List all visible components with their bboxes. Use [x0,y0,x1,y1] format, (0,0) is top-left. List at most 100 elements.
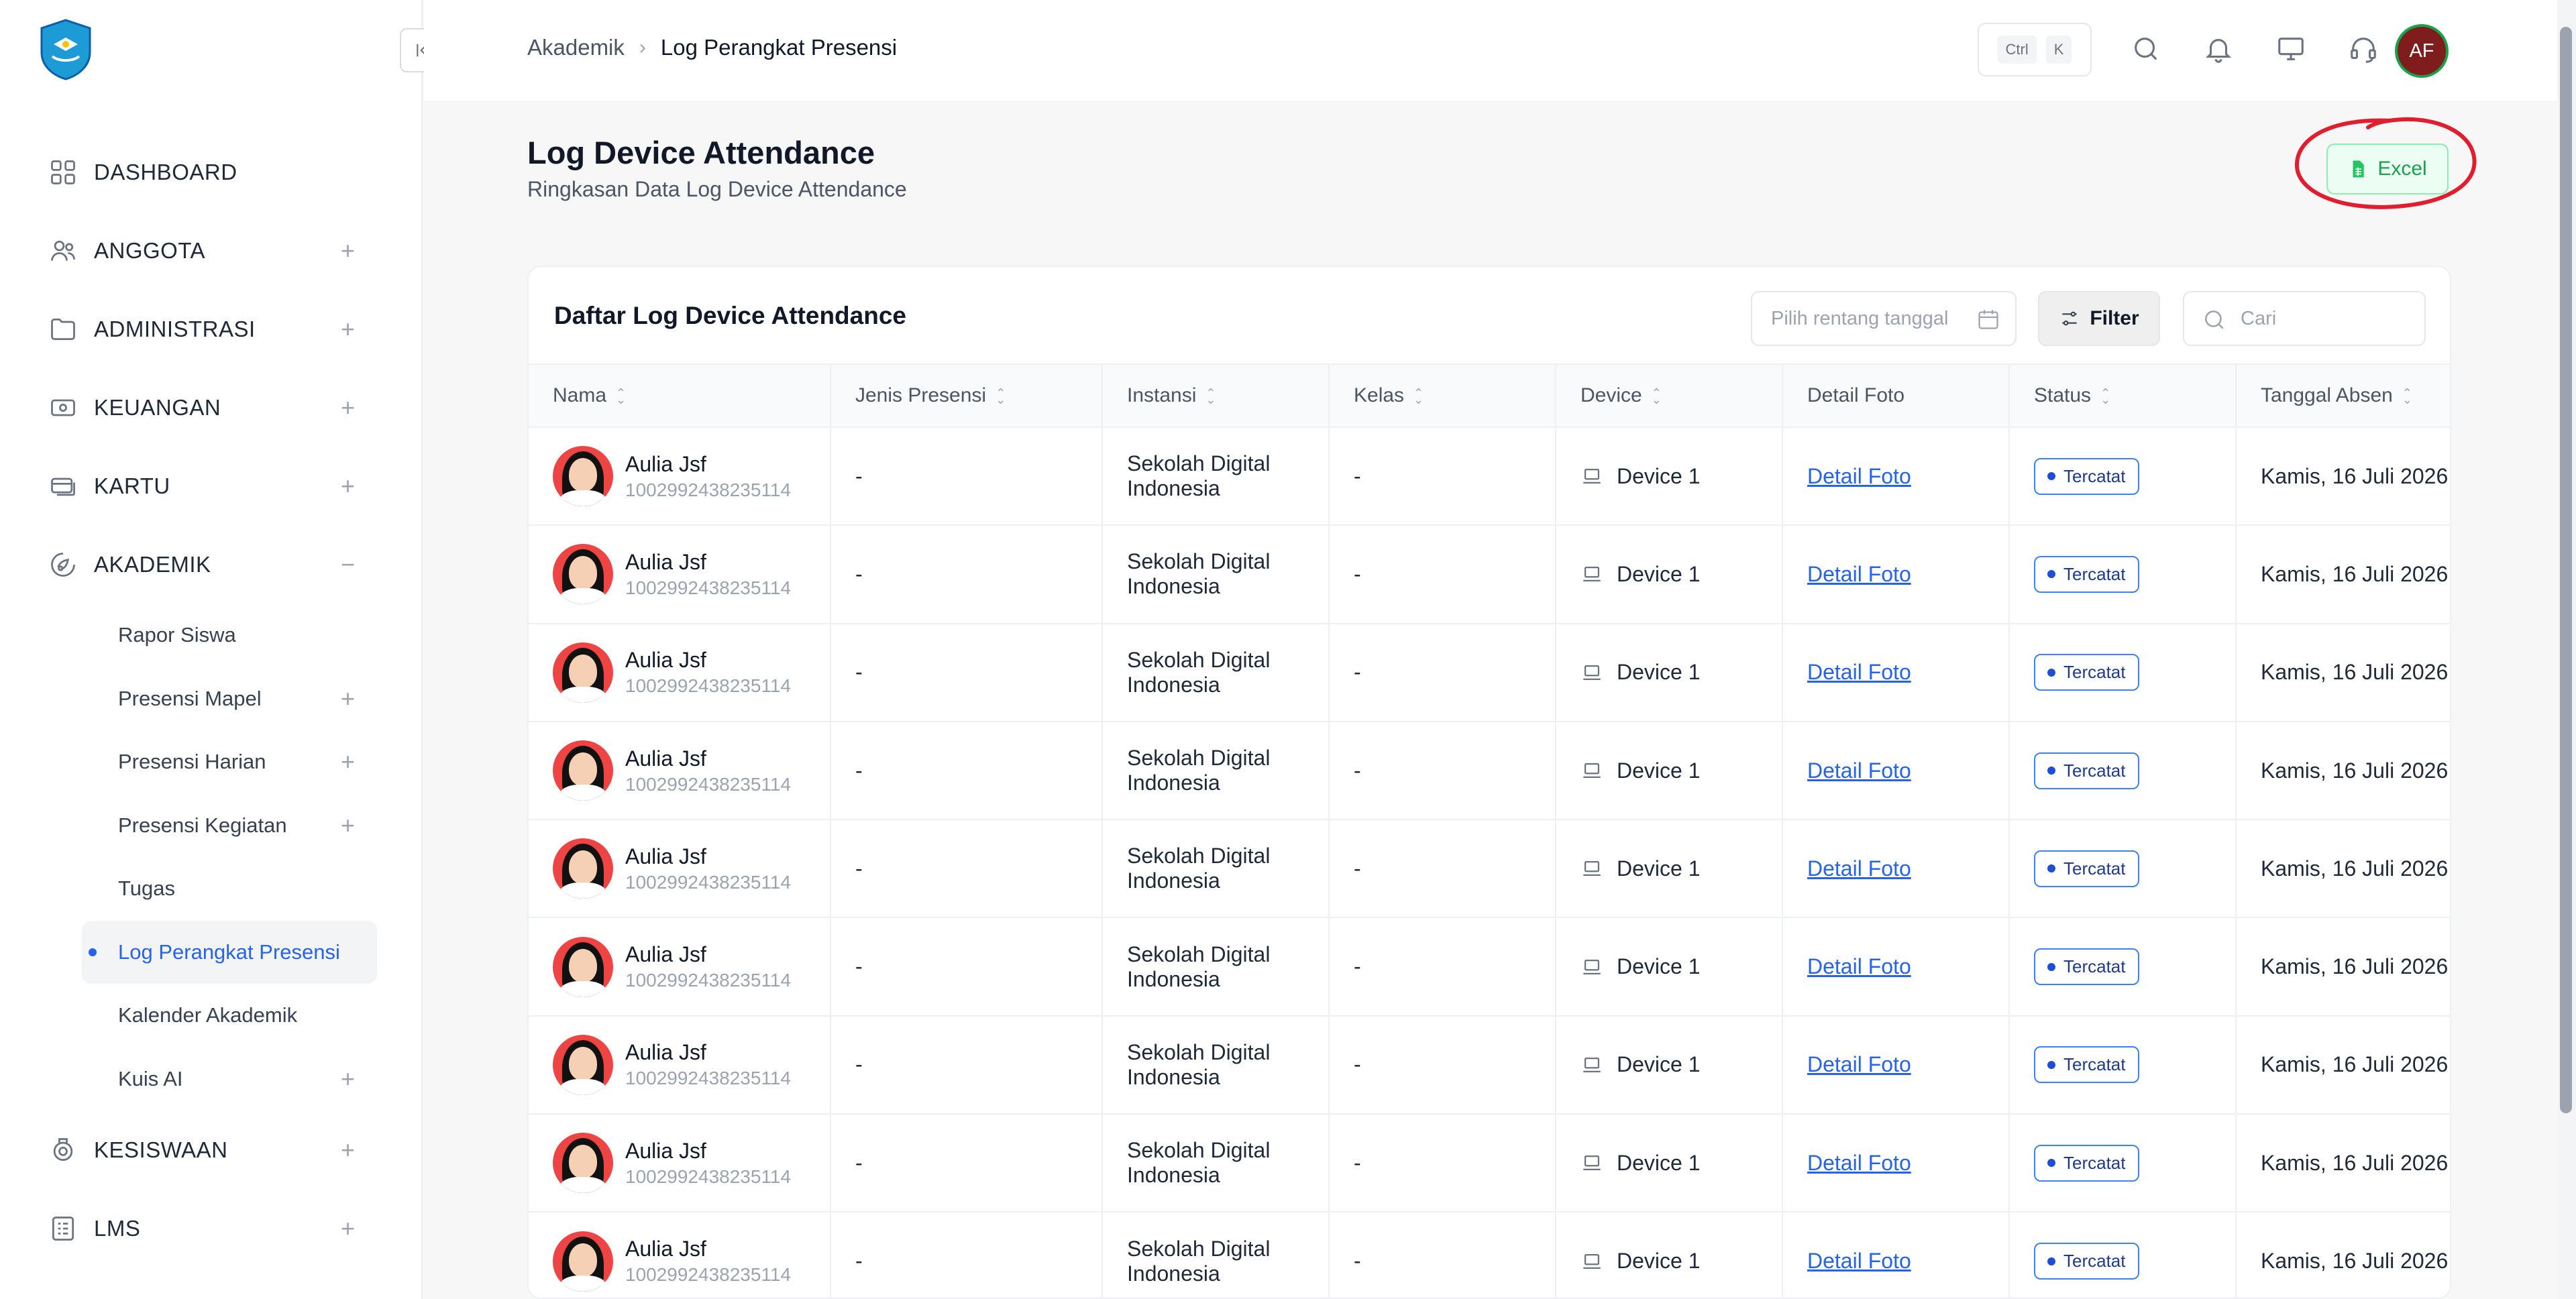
search-input[interactable]: Cari [2183,291,2426,346]
column-header-nama[interactable]: Nama ⌃ ⌄ [529,363,831,428]
expand-icon[interactable]: + [341,1065,355,1093]
submenu-presensi-harian[interactable]: Presensi Harian + [0,730,423,794]
sidebar: DASHBOARD ANGGOTA + ADMINISTRASI + KEUAN… [0,0,423,1299]
kelas-cell: - [1329,1212,1556,1298]
table-row[interactable]: Aulia Jsf 1002992438235114 - Sekolah Dig… [529,1114,2450,1213]
search-icon[interactable] [2131,34,2161,64]
submenu-rapor-siswa[interactable]: Rapor Siswa [0,604,423,667]
school-logo[interactable] [34,17,98,82]
expand-icon[interactable]: + [341,748,355,776]
sidebar-item-lms[interactable]: LMS + [0,1189,423,1267]
expand-icon[interactable]: + [341,685,355,713]
laptop-icon [1580,759,1603,782]
column-header-device[interactable]: Device ⌃ ⌄ [1556,363,1783,428]
expand-icon[interactable]: + [341,1136,355,1164]
breadcrumb-item[interactable]: Akademik [527,35,625,60]
member-cell: Aulia Jsf 1002992438235114 [553,1133,830,1194]
sidebar-item-kartu[interactable]: KARTU + [0,447,423,525]
submenu-tugas[interactable]: Tugas [0,857,423,921]
sidebar-item-keuangan[interactable]: KEUANGAN + [0,368,423,447]
scrollbar-thumb[interactable] [2560,27,2572,1113]
table-row[interactable]: Aulia Jsf 1002992438235114 - Sekolah Dig… [529,525,2450,624]
expand-icon[interactable]: + [341,237,355,265]
member-id: 1002992438235114 [625,1068,792,1089]
collapse-icon[interactable]: − [341,551,355,579]
laptop-icon [1580,465,1603,488]
device-cell: Device 1 [1580,954,1782,979]
user-avatar[interactable]: AF [2395,24,2449,78]
tanggal-absen-cell: Kamis, 16 Juli 2026 [2236,917,2450,1017]
column-header-status[interactable]: Status ⌃ ⌄ [2009,363,2237,428]
table-row[interactable]: Aulia Jsf 1002992438235114 - Sekolah Dig… [529,623,2450,722]
column-header-instansi[interactable]: Instansi ⌃ ⌄ [1102,363,1330,428]
submenu-kuis-ai[interactable]: Kuis AI + [0,1048,423,1111]
column-header-jenis-presensi[interactable]: Jenis Presensi ⌃ ⌄ [830,363,1103,428]
device-name: Device 1 [1617,954,1701,979]
detail-foto-link[interactable]: Detail Foto [1807,856,1911,881]
status-badge: Tercatat [2034,1144,2139,1182]
sort-icon[interactable]: ⌃ ⌄ [2100,387,2110,406]
sidebar-item-administrasi[interactable]: ADMINISTRASI + [0,290,423,368]
table-row[interactable]: Aulia Jsf 1002992438235114 - Sekolah Dig… [529,427,2450,526]
filter-button[interactable]: Filter [2038,291,2160,346]
submenu-kalender-akademik[interactable]: Kalender Akademik [0,984,423,1048]
bell-icon[interactable] [2203,34,2234,64]
table-row[interactable]: Aulia Jsf 1002992438235114 - Sekolah Dig… [529,1015,2450,1115]
sidebar-item-label: ANGGOTA [94,237,206,263]
kelas-cell: - [1329,623,1556,722]
sort-icon[interactable]: ⌃ ⌄ [996,387,1006,406]
status-badge: Tercatat [2034,948,2139,986]
detail-foto-link[interactable]: Detail Foto [1807,464,1911,488]
sort-icon[interactable]: ⌃ ⌄ [1652,387,1662,406]
device-cell: Device 1 [1580,1151,1782,1176]
table-row[interactable]: Aulia Jsf 1002992438235114 - Sekolah Dig… [529,820,2450,919]
sidebar-item-kesiswaan[interactable]: KESISWAAN + [0,1111,423,1189]
detail-foto-link[interactable]: Detail Foto [1807,954,1911,978]
sort-icon[interactable]: ⌃ ⌄ [1205,387,1216,406]
status-label: Tercatat [2063,956,2126,977]
table-row[interactable]: Aulia Jsf 1002992438235114 - Sekolah Dig… [529,1212,2450,1298]
submenu-label: Presensi Kegiatan [118,813,287,837]
table-row[interactable]: Aulia Jsf 1002992438235114 - Sekolah Dig… [529,721,2450,821]
detail-foto-link[interactable]: Detail Foto [1807,1249,1911,1273]
sidebar-item-akademik[interactable]: AKADEMIK − [0,525,423,604]
monitor-icon[interactable] [2275,34,2306,64]
sort-icon[interactable]: ⌃ ⌄ [616,387,626,406]
member-avatar [553,1231,613,1292]
detail-foto-link[interactable]: Detail Foto [1807,1151,1911,1175]
expand-icon[interactable]: + [341,315,355,343]
kelas-cell: - [1329,427,1556,526]
submenu-presensi-kegiatan[interactable]: Presensi Kegiatan + [0,794,423,858]
detail-foto-link[interactable]: Detail Foto [1807,1052,1911,1076]
sort-icon[interactable]: ⌃ ⌄ [2402,387,2412,406]
expand-icon[interactable]: + [341,394,355,422]
kelas-cell: - [1329,525,1556,624]
date-range-picker[interactable]: Pilih rentang tanggal [1751,291,2017,346]
headset-icon[interactable] [2348,34,2379,64]
tanggal-absen-cell: Kamis, 16 Juli 2026 [2236,623,2450,722]
submenu-log-perangkat-presensi[interactable]: Log Perangkat Presensi [82,920,377,984]
detail-foto-link[interactable]: Detail Foto [1807,758,1911,783]
expand-icon[interactable]: + [341,811,355,840]
student-icon [48,1135,78,1165]
expand-icon[interactable]: + [341,1215,355,1243]
page-title: Log Device Attendance [527,135,875,170]
detail-foto-link[interactable]: Detail Foto [1807,562,1911,586]
tanggal-absen-cell: Kamis, 16 Juli 2026 [2236,427,2450,526]
member-name: Aulia Jsf [625,648,706,673]
sidebar-item-anggota[interactable]: ANGGOTA + [0,211,423,290]
column-header-detail-foto: Detail Foto [1782,363,2010,428]
detail-foto-link[interactable]: Detail Foto [1807,660,1911,684]
member-id: 1002992438235114 [625,1264,792,1286]
status-badge: Tercatat [2034,555,2139,593]
column-header-tanggal-absen[interactable]: Tanggal Absen ⌃ ⌄ [2236,363,2450,428]
command-palette-shortcut[interactable]: Ctrl K [1978,23,2092,76]
table-row[interactable]: Aulia Jsf 1002992438235114 - Sekolah Dig… [529,917,2450,1017]
sidebar-item-dashboard[interactable]: DASHBOARD [0,133,423,211]
sidebar-nav: DASHBOARD ANGGOTA + ADMINISTRASI + KEUAN… [0,133,423,1267]
expand-icon[interactable]: + [341,472,355,500]
sort-icon[interactable]: ⌃ ⌄ [1413,387,1424,406]
member-name: Aulia Jsf [625,451,706,476]
column-header-kelas[interactable]: Kelas ⌃ ⌄ [1329,363,1556,428]
submenu-presensi-mapel[interactable]: Presensi Mapel + [0,667,423,731]
